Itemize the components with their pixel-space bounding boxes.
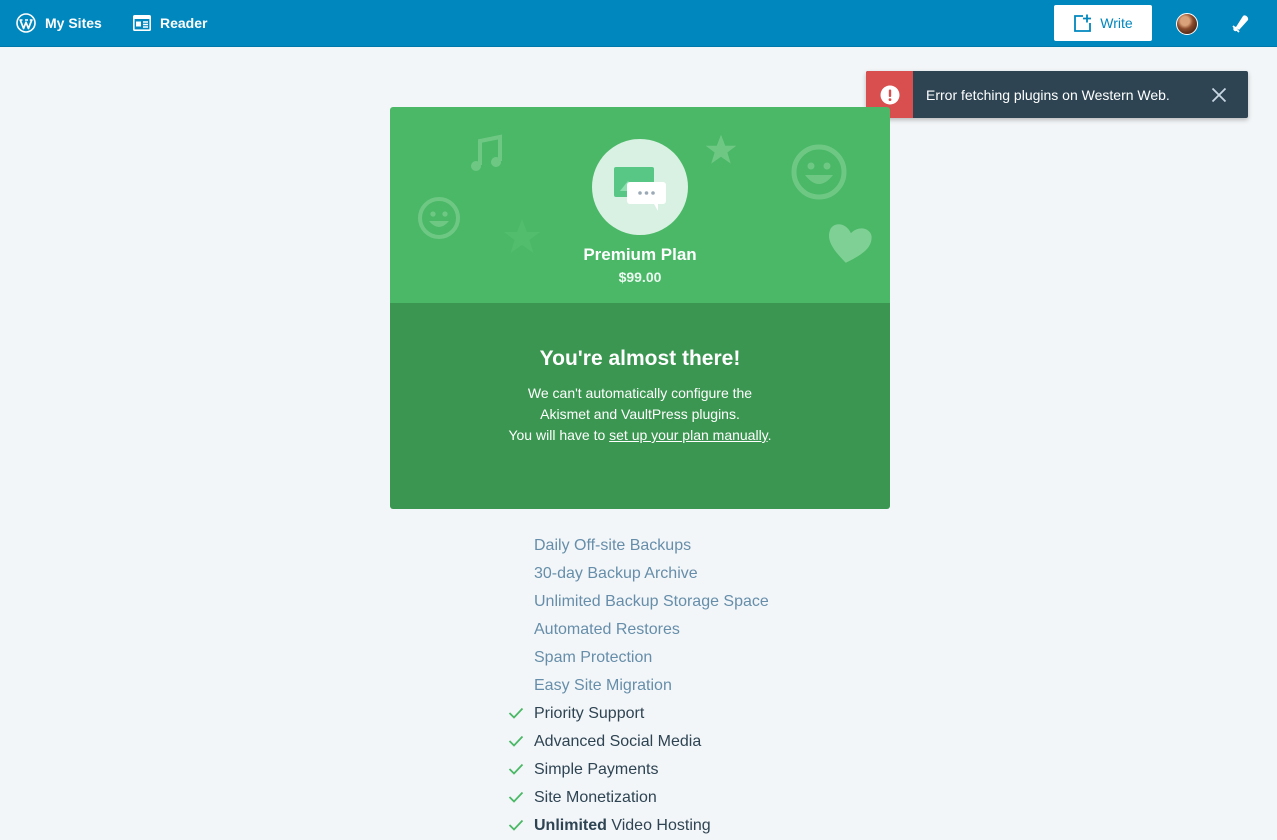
plan-icon bbox=[592, 139, 688, 235]
message-body: We can't automatically configure the Aki… bbox=[390, 383, 890, 446]
plan-message: You're almost there! We can't automatica… bbox=[390, 303, 890, 509]
feature-label-bold: Unlimited bbox=[534, 817, 607, 834]
message-line-1: We can't automatically configure the bbox=[527, 385, 753, 401]
checkmark-icon bbox=[508, 791, 524, 803]
reader-label: Reader bbox=[160, 15, 208, 31]
feature-item: Daily Off-site Backups bbox=[508, 532, 868, 560]
my-sites-link[interactable]: My Sites bbox=[16, 0, 102, 46]
my-sites-label: My Sites bbox=[45, 15, 102, 31]
smiley-left-icon bbox=[418, 197, 460, 239]
feature-item: Unlimited Backup Storage Space bbox=[508, 588, 868, 616]
error-notice: Error fetching plugins on Western Web. bbox=[866, 71, 1248, 118]
plan-card: Premium Plan $99.00 You're almost there!… bbox=[390, 107, 890, 509]
notice-text: Error fetching plugins on Western Web. bbox=[926, 86, 1170, 103]
feature-item: Site Monetization bbox=[508, 784, 868, 812]
feature-item: Simple Payments bbox=[508, 756, 868, 784]
feature-label: Spam Protection bbox=[534, 649, 653, 666]
checkmark-icon bbox=[508, 763, 524, 775]
feature-label: Daily Off-site Backups bbox=[534, 537, 692, 554]
reader-link[interactable]: Reader bbox=[133, 0, 207, 46]
feature-label: Site Monetization bbox=[534, 789, 657, 806]
feature-list: Daily Off-site Backups 30-day Backup Arc… bbox=[508, 532, 868, 840]
write-label: Write bbox=[1100, 15, 1133, 31]
message-line-3-prefix: You will have to bbox=[508, 427, 610, 443]
feature-item: Automated Restores bbox=[508, 616, 868, 644]
setup-manually-link[interactable]: set up your plan manually bbox=[609, 427, 768, 443]
checkmark-icon bbox=[508, 819, 524, 831]
write-button[interactable]: Write bbox=[1054, 5, 1152, 41]
feature-label: Unlimited Backup Storage Space bbox=[534, 593, 769, 610]
checkmark-icon bbox=[508, 707, 524, 719]
feature-label-rest: Video Hosting bbox=[606, 817, 711, 834]
message-line-2: Akismet and VaultPress plugins. bbox=[540, 406, 740, 422]
alert-icon bbox=[880, 85, 899, 104]
wordpress-icon bbox=[16, 13, 36, 33]
feature-item: Priority Support bbox=[508, 700, 868, 728]
plan-header: Premium Plan $99.00 bbox=[390, 107, 890, 303]
star-icon bbox=[705, 134, 737, 164]
feature-item: 30-day Backup Archive bbox=[508, 560, 868, 588]
notice-dismiss-button[interactable] bbox=[1190, 71, 1248, 118]
music-note-icon bbox=[471, 134, 502, 171]
premium-plan-icon bbox=[614, 167, 666, 211]
message-line-3: You will have to set up your plan manual… bbox=[390, 425, 890, 446]
write-icon bbox=[1074, 14, 1092, 32]
masterbar: My Sites Reader Write bbox=[0, 0, 1277, 47]
message-line-3-suffix: . bbox=[767, 427, 772, 443]
checkmark-icon bbox=[508, 735, 524, 747]
smiley-right-icon bbox=[791, 144, 847, 200]
feature-label: Priority Support bbox=[534, 705, 645, 722]
feature-label: Easy Site Migration bbox=[534, 677, 672, 694]
feature-label: Advanced Social Media bbox=[534, 733, 702, 750]
message-title: You're almost there! bbox=[539, 347, 741, 370]
feature-label: Unlimited Video Hosting bbox=[534, 817, 711, 835]
feature-label: 30-day Backup Archive bbox=[534, 565, 698, 582]
avatar[interactable] bbox=[1176, 13, 1198, 35]
plan-name: Premium Plan bbox=[583, 245, 697, 264]
feature-item: Advanced Social Media bbox=[508, 728, 868, 756]
feature-item: Unlimited Video Hosting bbox=[508, 812, 868, 840]
feature-item: Easy Site Migration bbox=[508, 672, 868, 700]
notifications-button[interactable] bbox=[1230, 12, 1252, 39]
bell-icon bbox=[1232, 15, 1249, 33]
feature-item: Spam Protection bbox=[508, 644, 868, 672]
close-icon bbox=[1211, 87, 1227, 102]
feature-label: Automated Restores bbox=[534, 621, 680, 638]
reader-icon bbox=[133, 15, 151, 31]
feature-label: Simple Payments bbox=[534, 761, 659, 778]
plan-price: $99.00 bbox=[618, 269, 662, 285]
